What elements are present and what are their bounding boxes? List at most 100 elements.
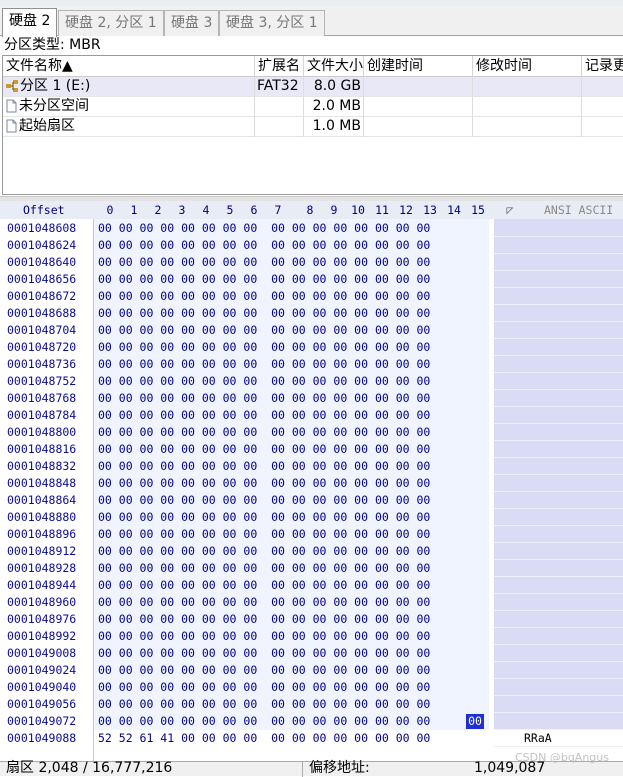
ansi-row-line [494, 644, 623, 645]
hex-row-bytes[interactable]: 00 00 00 00 00 00 00 00 00 00 00 00 00 0… [98, 662, 430, 679]
offset-label: 0001048816 [7, 442, 77, 456]
hex-bytes[interactable]: 00 00 00 00 00 00 00 00 00 00 00 00 00 0… [93, 219, 490, 761]
hex-row-bytes[interactable]: 00 00 00 00 00 00 00 00 00 00 00 00 00 0… [98, 339, 430, 356]
ansi-row-line [494, 440, 623, 441]
tab-disk-3[interactable]: 硬盘 3 [164, 10, 220, 36]
hex-row-bytes[interactable]: 00 00 00 00 00 00 00 00 00 00 00 00 00 0… [98, 254, 430, 271]
ansi-row-line [494, 661, 623, 662]
offset-label: 0001048864 [7, 493, 77, 507]
file-record [582, 117, 623, 137]
file-created [364, 117, 473, 137]
hex-column-header: 4 [202, 203, 210, 217]
hex-editor[interactable]: 0001048608 0001048624 0001048640 0001048656… [0, 219, 623, 761]
column-created-time[interactable]: 创建时间 [364, 56, 473, 77]
hex-row-bytes[interactable]: 00 00 00 00 00 00 00 00 00 00 00 00 00 0… [98, 305, 430, 322]
ansi-row-line [494, 678, 623, 679]
hex-row-bytes[interactable]: 00 00 00 00 00 00 00 00 00 00 00 00 00 0… [98, 594, 430, 611]
ansi-row-line [494, 236, 623, 237]
hex-column-header: 9 [330, 203, 338, 217]
partition-type-label: 分区类型: MBR [4, 37, 101, 53]
hex-row-bytes[interactable]: 00 00 00 00 00 00 00 00 00 00 00 00 00 0… [98, 237, 430, 254]
hex-row-bytes[interactable]: 00 00 00 00 00 00 00 00 00 00 00 00 00 0… [98, 696, 430, 713]
ansi-toggle-icon[interactable]: ◸ [495, 201, 525, 219]
hex-row-bytes[interactable]: 00 00 00 00 00 00 00 00 00 00 00 00 00 0… [98, 424, 430, 441]
watermark: CSDN @bqAngus [514, 751, 609, 764]
ansi-row-line [494, 355, 623, 356]
hex-row-bytes[interactable]: 00 00 00 00 00 00 00 00 00 00 00 00 00 0… [98, 679, 430, 696]
hex-row-bytes[interactable]: 00 00 00 00 00 00 00 00 00 00 00 00 00 0… [98, 458, 430, 475]
column-file-size[interactable]: 文件大小 [304, 56, 364, 77]
hex-row-bytes[interactable]: 00 00 00 00 00 00 00 00 00 00 00 00 00 0… [98, 492, 430, 509]
offset-column: 0001048608 0001048624 0001048640 0001048656… [0, 219, 93, 761]
hex-column-header: 2 [154, 203, 162, 217]
offset-label: 0001048848 [7, 476, 77, 490]
hex-row-bytes[interactable]: 00 00 00 00 00 00 00 00 00 00 00 00 00 0… [98, 390, 430, 407]
status-offset-label: 偏移地址: [309, 760, 370, 776]
offset-label: 0001048640 [7, 255, 77, 269]
ansi-row-line [494, 287, 623, 288]
hex-row-bytes[interactable]: 00 00 00 00 00 00 00 00 00 00 00 00 00 0… [98, 288, 430, 305]
column-extension[interactable]: 扩展名 [255, 56, 304, 77]
disk-tab-bar: 硬盘 2 硬盘 2, 分区 1 硬盘 3 硬盘 3, 分区 1 [0, 6, 623, 37]
ansi-row-text[interactable]: RRaA [524, 730, 552, 747]
file-name: 未分区空间 [19, 98, 89, 114]
offset-header: Offset [23, 203, 65, 217]
hex-row-bytes[interactable]: 00 00 00 00 00 00 00 00 00 00 00 00 00 0… [98, 322, 430, 339]
file-ext: FAT32 [255, 77, 304, 97]
hex-row-bytes[interactable]: 00 00 00 00 00 00 00 00 00 00 00 00 00 0… [98, 526, 430, 543]
hex-row-bytes[interactable]: 00 00 00 00 00 00 00 00 00 00 00 00 00 0… [98, 475, 430, 492]
ansi-row-line [494, 593, 623, 594]
ansi-row-line [494, 542, 623, 543]
hex-row-bytes[interactable]: 00 00 00 00 00 00 00 00 00 00 00 00 00 0… [98, 441, 430, 458]
file-modified [473, 117, 582, 137]
hex-row-bytes[interactable]: 00 00 00 00 00 00 00 00 00 00 00 00 00 0… [98, 611, 430, 628]
hex-row-bytes[interactable]: 00 00 00 00 00 00 00 00 00 00 00 00 00 0… [98, 713, 430, 730]
offset-label: 0001048912 [7, 544, 77, 558]
hex-row-bytes[interactable]: 00 00 00 00 00 00 00 00 00 00 00 00 00 0… [98, 356, 430, 373]
caret-byte[interactable]: 00 [466, 714, 484, 729]
hex-row-bytes[interactable]: 00 00 00 00 00 00 00 00 00 00 00 00 00 0… [98, 407, 430, 424]
offset-label: 0001048832 [7, 459, 77, 473]
hex-row-bytes[interactable]: 00 00 00 00 00 00 00 00 00 00 00 00 00 0… [98, 628, 430, 645]
file-row[interactable]: 分区 1 (E:) FAT32 8.0 GB [3, 77, 623, 97]
column-modified-time[interactable]: 修改时间 [473, 56, 582, 77]
ansi-row-line [494, 321, 623, 322]
file-ext [255, 117, 304, 137]
hex-row-bytes[interactable]: 00 00 00 00 00 00 00 00 00 00 00 00 00 0… [98, 373, 430, 390]
ansi-row-line [494, 729, 623, 730]
offset-label: 0001048944 [7, 578, 77, 592]
partition-icon [6, 80, 18, 92]
file-size: 2.0 MB [304, 97, 364, 117]
offset-label: 0001048688 [7, 306, 77, 320]
tab-disk-2[interactable]: 硬盘 2 [2, 8, 58, 37]
hex-row-bytes[interactable]: 00 00 00 00 00 00 00 00 00 00 00 00 00 0… [98, 645, 430, 662]
hex-row-bytes[interactable]: 52 52 61 41 00 00 00 00 00 00 00 00 00 0… [98, 730, 430, 747]
hex-column-header: 5 [226, 203, 234, 217]
column-record-time[interactable]: 记录更 [582, 56, 623, 77]
column-file-name[interactable]: 文件名称▲ [3, 56, 255, 77]
tab-disk-2-partition-1[interactable]: 硬盘 2, 分区 1 [58, 10, 164, 36]
hex-row-bytes[interactable]: 00 00 00 00 00 00 00 00 00 00 00 00 00 0… [98, 271, 430, 288]
hex-row-bytes[interactable]: 00 00 00 00 00 00 00 00 00 00 00 00 00 0… [98, 543, 430, 560]
ansi-column[interactable]: RRaA [494, 219, 623, 761]
hex-row-bytes[interactable]: 00 00 00 00 00 00 00 00 00 00 00 00 00 0… [98, 220, 430, 237]
tab-disk-3-partition-1[interactable]: 硬盘 3, 分区 1 [219, 10, 325, 36]
file-ext [255, 97, 304, 117]
file-icon [6, 119, 17, 133]
offset-label: 0001049072 [7, 714, 77, 728]
file-list-table: 文件名称▲ 扩展名 文件大小 创建时间 修改时间 记录更 分区 1 (E:) F… [2, 55, 623, 195]
offset-label: 0001048976 [7, 612, 77, 626]
file-name-cell: 未分区空间 [3, 97, 255, 117]
file-row[interactable]: 未分区空间 2.0 MB [3, 97, 623, 117]
ansi-row-line [494, 746, 623, 747]
hex-row-bytes[interactable]: 00 00 00 00 00 00 00 00 00 00 00 00 00 0… [98, 560, 430, 577]
ansi-row-line [494, 423, 623, 424]
hex-row-bytes[interactable]: 00 00 00 00 00 00 00 00 00 00 00 00 00 0… [98, 577, 430, 594]
offset-label: 0001048608 [7, 221, 77, 235]
status-sector: 扇区 2,048 / 16,777,216 [6, 760, 173, 776]
hex-row-bytes[interactable]: 00 00 00 00 00 00 00 00 00 00 00 00 00 0… [98, 509, 430, 526]
ansi-row-line [494, 559, 623, 560]
offset-label: 0001048768 [7, 391, 77, 405]
file-row[interactable]: 起始扇区 1.0 MB [3, 117, 623, 137]
file-created [364, 77, 473, 97]
